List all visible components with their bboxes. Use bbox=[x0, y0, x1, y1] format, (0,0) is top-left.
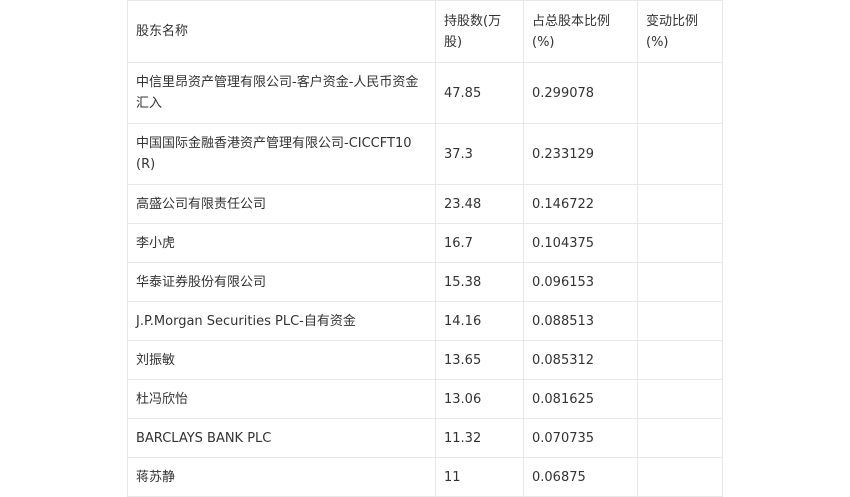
cell-shares: 14.16 bbox=[435, 301, 524, 341]
cell-change bbox=[637, 301, 723, 341]
cell-shares: 16.7 bbox=[435, 223, 524, 263]
cell-name: 中信里昂资产管理有限公司-客户资金-人民币资金汇入 bbox=[127, 62, 436, 124]
cell-shares: 13.06 bbox=[435, 379, 524, 419]
cell-ratio: 0.06875 bbox=[523, 457, 638, 497]
cell-name: 中国国际金融香港资产管理有限公司-CICCFT10(R) bbox=[127, 123, 436, 185]
cell-ratio: 0.104375 bbox=[523, 223, 638, 263]
cell-change bbox=[637, 184, 723, 224]
table-row: 高盛公司有限责任公司 23.48 0.146722 bbox=[127, 184, 723, 224]
header-change: 变动比例(%) bbox=[637, 0, 723, 63]
table-row: 李小虎 16.7 0.104375 bbox=[127, 223, 723, 263]
cell-shares: 13.65 bbox=[435, 340, 524, 380]
cell-ratio: 0.085312 bbox=[523, 340, 638, 380]
cell-change bbox=[637, 223, 723, 263]
header-ratio: 占总股本比例(%) bbox=[523, 0, 638, 63]
cell-ratio: 0.096153 bbox=[523, 262, 638, 302]
cell-shares: 15.38 bbox=[435, 262, 524, 302]
table-row: 蒋苏静 11 0.06875 bbox=[127, 457, 723, 497]
cell-change bbox=[637, 123, 723, 185]
header-shareholder-name: 股东名称 bbox=[127, 0, 436, 63]
cell-name: 杜冯欣怡 bbox=[127, 379, 436, 419]
cell-shares: 23.48 bbox=[435, 184, 524, 224]
cell-change bbox=[637, 418, 723, 458]
shareholder-table-container: 股东名称 持股数(万股) 占总股本比例(%) 变动比例(%) 中信里昂资产管理有… bbox=[127, 0, 723, 497]
table-row: 华泰证券股份有限公司 15.38 0.096153 bbox=[127, 262, 723, 302]
cell-ratio: 0.233129 bbox=[523, 123, 638, 185]
cell-change bbox=[637, 457, 723, 497]
cell-name: 高盛公司有限责任公司 bbox=[127, 184, 436, 224]
cell-shares: 11.32 bbox=[435, 418, 524, 458]
cell-ratio: 0.070735 bbox=[523, 418, 638, 458]
table-row: 杜冯欣怡 13.06 0.081625 bbox=[127, 379, 723, 419]
table-row: BARCLAYS BANK PLC 11.32 0.070735 bbox=[127, 418, 723, 458]
cell-change bbox=[637, 340, 723, 380]
cell-ratio: 0.299078 bbox=[523, 62, 638, 124]
cell-ratio: 0.088513 bbox=[523, 301, 638, 341]
shareholder-table: 股东名称 持股数(万股) 占总股本比例(%) 变动比例(%) 中信里昂资产管理有… bbox=[127, 0, 723, 497]
cell-ratio: 0.146722 bbox=[523, 184, 638, 224]
cell-shares: 11 bbox=[435, 457, 524, 497]
table-row: 中国国际金融香港资产管理有限公司-CICCFT10(R) 37.3 0.2331… bbox=[127, 123, 723, 185]
cell-name: 蒋苏静 bbox=[127, 457, 436, 497]
table-row: J.P.Morgan Securities PLC-自有资金 14.16 0.0… bbox=[127, 301, 723, 341]
cell-shares: 37.3 bbox=[435, 123, 524, 185]
table-row: 中信里昂资产管理有限公司-客户资金-人民币资金汇入 47.85 0.299078 bbox=[127, 62, 723, 124]
cell-shares: 47.85 bbox=[435, 62, 524, 124]
cell-ratio: 0.081625 bbox=[523, 379, 638, 419]
cell-change bbox=[637, 262, 723, 302]
cell-name: J.P.Morgan Securities PLC-自有资金 bbox=[127, 301, 436, 341]
header-shares: 持股数(万股) bbox=[435, 0, 524, 63]
table-row: 刘振敏 13.65 0.085312 bbox=[127, 340, 723, 380]
table-header-row: 股东名称 持股数(万股) 占总股本比例(%) 变动比例(%) bbox=[127, 0, 723, 63]
cell-name: 李小虎 bbox=[127, 223, 436, 263]
cell-name: 华泰证券股份有限公司 bbox=[127, 262, 436, 302]
cell-change bbox=[637, 379, 723, 419]
cell-name: BARCLAYS BANK PLC bbox=[127, 418, 436, 458]
cell-name: 刘振敏 bbox=[127, 340, 436, 380]
cell-change bbox=[637, 62, 723, 124]
